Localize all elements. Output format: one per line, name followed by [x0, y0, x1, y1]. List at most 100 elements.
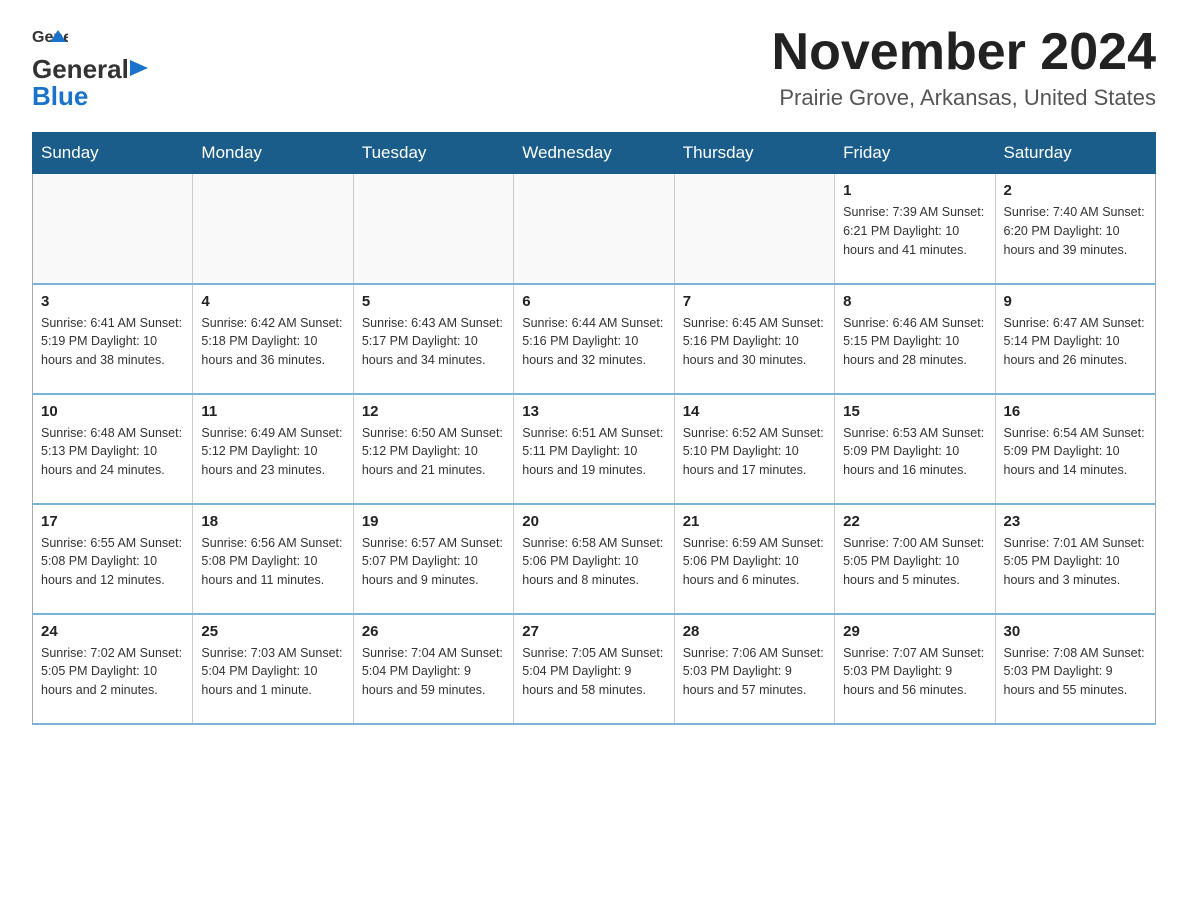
calendar-cell: 18 Sunrise: 6:56 AM Sunset: 5:08 PM Dayli…: [193, 504, 353, 614]
day-number: 8: [843, 293, 986, 310]
calendar-cell: 28 Sunrise: 7:06 AM Sunset: 5:03 PM Dayli…: [674, 614, 834, 724]
day-number: 7: [683, 293, 826, 310]
day-number: 17: [41, 513, 184, 530]
day-info: Sunrise: 6:52 AM Sunset: 5:10 PM Dayligh…: [683, 424, 826, 480]
calendar-week-row: 10 Sunrise: 6:48 AM Sunset: 5:13 PM Dayli…: [33, 394, 1156, 504]
calendar-week-row: 3 Sunrise: 6:41 AM Sunset: 5:19 PM Daylig…: [33, 284, 1156, 394]
day-info: Sunrise: 7:01 AM Sunset: 5:05 PM Dayligh…: [1004, 534, 1147, 590]
location-title: Prairie Grove, Arkansas, United States: [772, 85, 1156, 111]
day-number: 21: [683, 513, 826, 530]
day-info: Sunrise: 7:40 AM Sunset: 6:20 PM Dayligh…: [1004, 203, 1147, 259]
calendar-header-sunday: Sunday: [33, 133, 193, 174]
calendar-header-monday: Monday: [193, 133, 353, 174]
calendar-cell: 24 Sunrise: 7:02 AM Sunset: 5:05 PM Dayli…: [33, 614, 193, 724]
day-info: Sunrise: 6:51 AM Sunset: 5:11 PM Dayligh…: [522, 424, 665, 480]
calendar-cell: 5 Sunrise: 6:43 AM Sunset: 5:17 PM Daylig…: [353, 284, 513, 394]
calendar-cell: 23Sunrise: 7:01 AM Sunset: 5:05 PM Dayli…: [995, 504, 1155, 614]
day-number: 11: [201, 403, 344, 420]
day-info: Sunrise: 6:42 AM Sunset: 5:18 PM Dayligh…: [201, 314, 344, 370]
calendar-header-friday: Friday: [835, 133, 995, 174]
calendar-header-row: SundayMondayTuesdayWednesdayThursdayFrid…: [33, 133, 1156, 174]
day-number: 12: [362, 403, 505, 420]
day-info: Sunrise: 6:41 AM Sunset: 5:19 PM Dayligh…: [41, 314, 184, 370]
calendar-header-wednesday: Wednesday: [514, 133, 674, 174]
day-info: Sunrise: 6:53 AM Sunset: 5:09 PM Dayligh…: [843, 424, 986, 480]
day-number: 13: [522, 403, 665, 420]
day-number: 6: [522, 293, 665, 310]
day-info: Sunrise: 7:06 AM Sunset: 5:03 PM Dayligh…: [683, 644, 826, 700]
day-number: 5: [362, 293, 505, 310]
calendar-cell: 19 Sunrise: 6:57 AM Sunset: 5:07 PM Dayli…: [353, 504, 513, 614]
calendar-cell: 20Sunrise: 6:58 AM Sunset: 5:06 PM Dayli…: [514, 504, 674, 614]
calendar-cell: [193, 174, 353, 284]
title-block: November 2024 Prairie Grove, Arkansas, U…: [772, 24, 1156, 111]
calendar-cell: 22 Sunrise: 7:00 AM Sunset: 5:05 PM Dayli…: [835, 504, 995, 614]
logo-blue: Blue: [32, 81, 88, 112]
calendar-cell: 10 Sunrise: 6:48 AM Sunset: 5:13 PM Dayli…: [33, 394, 193, 504]
calendar-cell: 6 Sunrise: 6:44 AM Sunset: 5:16 PM Daylig…: [514, 284, 674, 394]
day-info: Sunrise: 6:56 AM Sunset: 5:08 PM Dayligh…: [201, 534, 344, 590]
day-info: Sunrise: 6:44 AM Sunset: 5:16 PM Dayligh…: [522, 314, 665, 370]
calendar-cell: 27 Sunrise: 7:05 AM Sunset: 5:04 PM Dayli…: [514, 614, 674, 724]
day-number: 19: [362, 513, 505, 530]
day-number: 9: [1004, 293, 1147, 310]
day-info: Sunrise: 6:45 AM Sunset: 5:16 PM Dayligh…: [683, 314, 826, 370]
day-info: Sunrise: 6:50 AM Sunset: 5:12 PM Dayligh…: [362, 424, 505, 480]
day-number: 29: [843, 623, 986, 640]
calendar-week-row: 24 Sunrise: 7:02 AM Sunset: 5:05 PM Dayli…: [33, 614, 1156, 724]
day-info: Sunrise: 7:05 AM Sunset: 5:04 PM Dayligh…: [522, 644, 665, 700]
day-info: Sunrise: 6:46 AM Sunset: 5:15 PM Dayligh…: [843, 314, 986, 370]
day-number: 26: [362, 623, 505, 640]
day-info: Sunrise: 7:08 AM Sunset: 5:03 PM Dayligh…: [1004, 644, 1147, 700]
day-number: 24: [41, 623, 184, 640]
day-info: Sunrise: 6:55 AM Sunset: 5:08 PM Dayligh…: [41, 534, 184, 590]
calendar-week-row: 17 Sunrise: 6:55 AM Sunset: 5:08 PM Dayli…: [33, 504, 1156, 614]
day-info: Sunrise: 7:03 AM Sunset: 5:04 PM Dayligh…: [201, 644, 344, 700]
calendar-cell: 3 Sunrise: 6:41 AM Sunset: 5:19 PM Daylig…: [33, 284, 193, 394]
calendar-cell: 1 Sunrise: 7:39 AM Sunset: 6:21 PM Daylig…: [835, 174, 995, 284]
day-number: 28: [683, 623, 826, 640]
day-info: Sunrise: 6:58 AM Sunset: 5:06 PM Dayligh…: [522, 534, 665, 590]
day-info: Sunrise: 6:47 AM Sunset: 5:14 PM Dayligh…: [1004, 314, 1147, 370]
month-title: November 2024: [772, 24, 1156, 81]
day-number: 1: [843, 182, 986, 199]
calendar-cell: 29 Sunrise: 7:07 AM Sunset: 5:03 PM Dayli…: [835, 614, 995, 724]
day-number: 10: [41, 403, 184, 420]
day-info: Sunrise: 7:02 AM Sunset: 5:05 PM Dayligh…: [41, 644, 184, 700]
day-number: 2: [1004, 182, 1147, 199]
day-info: Sunrise: 7:04 AM Sunset: 5:04 PM Dayligh…: [362, 644, 505, 700]
calendar-cell: 15 Sunrise: 6:53 AM Sunset: 5:09 PM Dayli…: [835, 394, 995, 504]
calendar-header-tuesday: Tuesday: [353, 133, 513, 174]
day-info: Sunrise: 6:48 AM Sunset: 5:13 PM Dayligh…: [41, 424, 184, 480]
calendar-cell: 21Sunrise: 6:59 AM Sunset: 5:06 PM Dayli…: [674, 504, 834, 614]
calendar-cell: 25 Sunrise: 7:03 AM Sunset: 5:04 PM Dayli…: [193, 614, 353, 724]
calendar-cell: [353, 174, 513, 284]
calendar-cell: 7 Sunrise: 6:45 AM Sunset: 5:16 PM Daylig…: [674, 284, 834, 394]
calendar-cell: 17 Sunrise: 6:55 AM Sunset: 5:08 PM Dayli…: [33, 504, 193, 614]
day-info: Sunrise: 7:39 AM Sunset: 6:21 PM Dayligh…: [843, 203, 986, 259]
calendar-cell: [33, 174, 193, 284]
day-number: 30: [1004, 623, 1147, 640]
day-info: Sunrise: 7:07 AM Sunset: 5:03 PM Dayligh…: [843, 644, 986, 700]
day-number: 14: [683, 403, 826, 420]
calendar-cell: 14 Sunrise: 6:52 AM Sunset: 5:10 PM Dayli…: [674, 394, 834, 504]
day-number: 15: [843, 403, 986, 420]
page-header: General General Blue November 2024 Prair…: [32, 24, 1156, 112]
day-number: 18: [201, 513, 344, 530]
day-number: 27: [522, 623, 665, 640]
calendar-cell: 16Sunrise: 6:54 AM Sunset: 5:09 PM Dayli…: [995, 394, 1155, 504]
calendar-table: SundayMondayTuesdayWednesdayThursdayFrid…: [32, 132, 1156, 725]
calendar-header-thursday: Thursday: [674, 133, 834, 174]
day-number: 4: [201, 293, 344, 310]
calendar-header-saturday: Saturday: [995, 133, 1155, 174]
calendar-cell: 26 Sunrise: 7:04 AM Sunset: 5:04 PM Dayli…: [353, 614, 513, 724]
calendar-cell: [674, 174, 834, 284]
day-info: Sunrise: 6:57 AM Sunset: 5:07 PM Dayligh…: [362, 534, 505, 590]
day-number: 22: [843, 513, 986, 530]
day-number: 25: [201, 623, 344, 640]
day-info: Sunrise: 6:43 AM Sunset: 5:17 PM Dayligh…: [362, 314, 505, 370]
day-number: 3: [41, 293, 184, 310]
calendar-cell: 11Sunrise: 6:49 AM Sunset: 5:12 PM Dayli…: [193, 394, 353, 504]
day-info: Sunrise: 7:00 AM Sunset: 5:05 PM Dayligh…: [843, 534, 986, 590]
calendar-cell: 9 Sunrise: 6:47 AM Sunset: 5:14 PM Daylig…: [995, 284, 1155, 394]
